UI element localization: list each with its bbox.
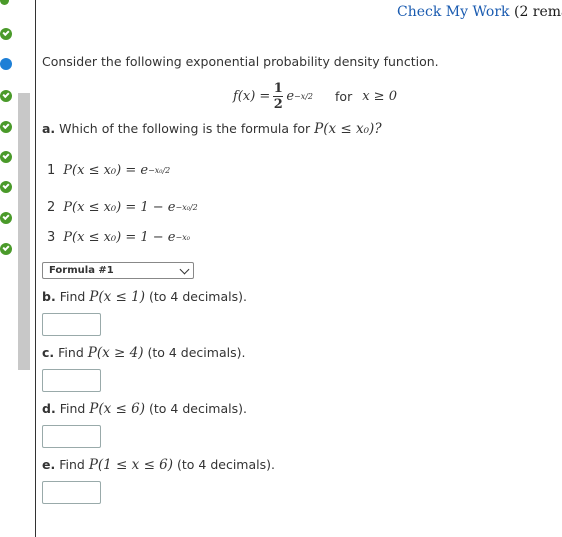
part-b-pre: Find bbox=[59, 289, 86, 304]
question-complete-icon[interactable] bbox=[0, 243, 12, 255]
part-e-pre: Find bbox=[59, 457, 85, 472]
question-complete-icon[interactable] bbox=[0, 151, 12, 163]
pdf-numerator: 1 bbox=[273, 80, 283, 96]
part-a-math: P(x ≤ x₀)? bbox=[314, 121, 382, 137]
pdf-fraction: 1 2 bbox=[273, 80, 284, 112]
option-formula: P(x ≤ x₀) = e bbox=[63, 163, 149, 178]
answer-d-input[interactable] bbox=[42, 425, 101, 448]
option-formula: P(x ≤ x₀) = 1 − e bbox=[63, 230, 176, 245]
part-b-math: P(x ≤ 1) bbox=[89, 289, 146, 305]
part-a-text: Which of the following is the formula fo… bbox=[59, 121, 311, 136]
part-b-letter: b. bbox=[42, 289, 56, 304]
part-a-letter: a. bbox=[42, 121, 56, 136]
option-exponent: −x₀ bbox=[175, 233, 190, 242]
part-d-pre: Find bbox=[59, 401, 86, 416]
option-exponent: −x₀/2 bbox=[175, 203, 198, 212]
scrollbar[interactable] bbox=[18, 93, 30, 370]
answer-c-input[interactable] bbox=[42, 369, 101, 392]
part-b-post: (to 4 decimals). bbox=[149, 289, 247, 304]
option-3: 3 P(x ≤ x₀) = 1 − e −x₀ bbox=[47, 230, 190, 245]
pdf-exponent: −x/2 bbox=[294, 91, 314, 101]
question-complete-icon[interactable] bbox=[0, 28, 12, 40]
part-e-letter: e. bbox=[42, 457, 56, 472]
part-c-question: c. Find P(x ≥ 4) (to 4 decimals). bbox=[42, 345, 245, 361]
check-my-work-header: Check My Work (2 remaini bbox=[397, 4, 562, 20]
problem-intro: Consider the following exponential proba… bbox=[42, 54, 439, 69]
option-formula: P(x ≤ x₀) = 1 − e bbox=[63, 200, 176, 215]
part-e-question: e. Find P(1 ≤ x ≤ 6) (to 4 decimals). bbox=[42, 457, 275, 473]
part-e-math: P(1 ≤ x ≤ 6) bbox=[88, 457, 174, 473]
part-c-pre: Find bbox=[58, 345, 84, 360]
pdf-condition: x ≥ 0 bbox=[362, 88, 397, 104]
formula-select[interactable]: Formula #1 bbox=[42, 262, 194, 279]
part-c-math: P(x ≥ 4) bbox=[87, 345, 144, 361]
question-current-icon[interactable] bbox=[0, 58, 12, 70]
check-my-work-link[interactable]: Check My Work bbox=[397, 4, 510, 20]
option-2: 2 P(x ≤ x₀) = 1 − e −x₀/2 bbox=[47, 200, 198, 215]
part-d-question: d. Find P(x ≤ 6) (to 4 decimals). bbox=[42, 401, 247, 417]
pdf-base: e bbox=[286, 88, 295, 104]
answer-b-input[interactable] bbox=[42, 313, 101, 336]
pdf-lhs: f(x) = bbox=[233, 88, 271, 104]
option-1: 1 P(x ≤ x₀) = e −x₀/2 bbox=[47, 163, 170, 178]
part-d-post: (to 4 decimals). bbox=[149, 401, 247, 416]
pdf-formula: f(x) = 1 2 e −x/2 for x ≥ 0 bbox=[233, 80, 397, 112]
question-complete-icon[interactable] bbox=[0, 90, 12, 102]
part-b-question: b. Find P(x ≤ 1) (to 4 decimals). bbox=[42, 289, 247, 305]
option-number: 2 bbox=[47, 200, 56, 215]
part-c-post: (to 4 decimals). bbox=[147, 345, 246, 360]
question-complete-icon[interactable] bbox=[0, 181, 12, 193]
part-d-math: P(x ≤ 6) bbox=[89, 401, 146, 417]
question-complete-icon[interactable] bbox=[0, 212, 12, 224]
answer-e-input[interactable] bbox=[42, 481, 101, 504]
option-exponent: −x₀/2 bbox=[148, 166, 171, 175]
question-complete-icon[interactable] bbox=[0, 121, 12, 133]
pdf-condition-word: for bbox=[335, 88, 353, 104]
part-c-letter: c. bbox=[42, 345, 55, 360]
option-number: 3 bbox=[47, 230, 56, 245]
question-status-icon[interactable] bbox=[0, 0, 9, 5]
divider bbox=[35, 0, 36, 537]
pdf-denominator: 2 bbox=[273, 96, 283, 112]
part-a-question: a. Which of the following is the formula… bbox=[42, 121, 382, 137]
option-number: 1 bbox=[47, 163, 56, 178]
formula-select-value: Formula #1 bbox=[49, 265, 114, 276]
chevron-down-icon bbox=[179, 264, 190, 275]
remaining-attempts: (2 remaini bbox=[513, 4, 562, 20]
question-nav-rail bbox=[0, 0, 35, 537]
part-e-post: (to 4 decimals). bbox=[177, 457, 275, 472]
part-d-letter: d. bbox=[42, 401, 56, 416]
